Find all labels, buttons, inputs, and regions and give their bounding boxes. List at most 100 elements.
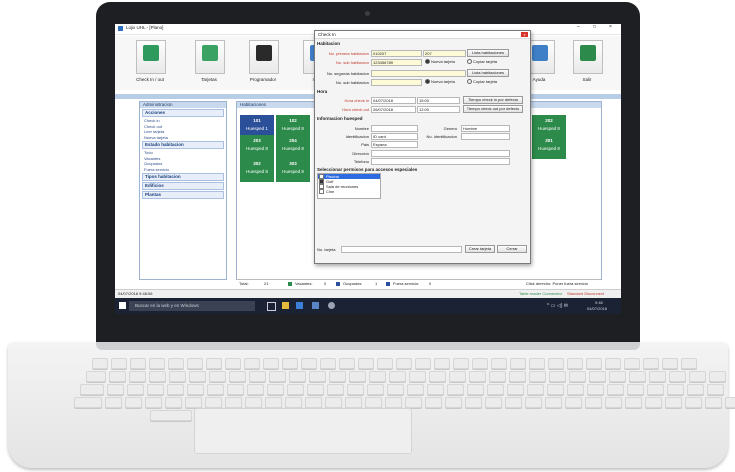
occupied-swatch (336, 282, 340, 286)
vacant-value: 0 (324, 281, 327, 286)
file-explorer-icon[interactable] (282, 302, 289, 309)
tray-icons: ^ ▭ ◁) ✉ (547, 303, 568, 309)
copy-card-radio-2[interactable]: Copiar tarjeta (467, 79, 497, 85)
checkin-dialog: Check In x Habitacion No. primera habita… (314, 30, 531, 264)
room-guest: Huesped 8 (246, 169, 268, 174)
first-room-field[interactable]: 010207 (371, 50, 422, 57)
access-item[interactable]: Cine (318, 189, 380, 195)
nav-group-actions[interactable]: Acciones (142, 109, 224, 117)
card-number-field[interactable] (341, 246, 462, 253)
phone-label: Telefono (353, 159, 369, 164)
room-number: 102 (289, 118, 297, 123)
phone-field[interactable] (371, 158, 510, 165)
total-value: 21 (264, 281, 269, 286)
checkbox[interactable] (319, 189, 324, 195)
settings-icon[interactable] (328, 302, 335, 309)
new-card-radio[interactable]: Nueva tarjeta (425, 59, 455, 65)
checkout-time-label: Hora check out (342, 107, 369, 112)
create-card-button[interactable]: Crear tarjeta (465, 245, 495, 253)
room-guest: Huesped 8 (538, 126, 560, 131)
nav-item-new-card[interactable]: Nueva tarjeta (140, 135, 226, 141)
address-field[interactable] (371, 150, 510, 157)
checkin-date-picker[interactable]: 04/07/2018 (371, 97, 416, 104)
list-rooms-button-2[interactable]: Lista habitaciones (467, 69, 509, 77)
nav-group-buildings[interactable]: Edificios (142, 182, 224, 190)
room-guest: Huesped 8 (538, 146, 560, 151)
encoder-icon (256, 45, 272, 61)
list-rooms-button-1[interactable]: Lista habitaciones (467, 49, 509, 57)
access-list: Piscina Golf Sala de reuniones Cine (317, 173, 381, 199)
admin-panel: Administracion Acciones Check in Check o… (139, 101, 227, 280)
second-room-field[interactable] (371, 70, 466, 77)
room-tile[interactable]: 302 Huesped 8 (240, 158, 274, 182)
id-type-select[interactable]: ID card (371, 133, 418, 140)
tool-label: Tarjetas (201, 77, 217, 82)
dialog-title: Check In (315, 31, 530, 39)
maximize-button[interactable]: □ (593, 24, 596, 30)
copy-card-radio[interactable]: Copiar tarjeta (467, 59, 497, 65)
laptop-hinge (96, 342, 640, 350)
windows-start-icon[interactable] (119, 302, 126, 309)
access-label: Cine (326, 189, 335, 194)
country-select[interactable]: Espana (371, 141, 418, 148)
app-icon (118, 26, 123, 31)
nav-group-room-types[interactable]: Tipos habitacion (142, 173, 224, 181)
room-guest: Huesped 8 (282, 169, 304, 174)
id-number-label: No. identificacion (426, 134, 457, 139)
name-field[interactable] (371, 125, 418, 132)
checkout-date-picker[interactable]: 26/07/2018 (371, 106, 416, 113)
room-number: 203 (253, 138, 261, 143)
first-room-code-field[interactable]: 207 (423, 50, 466, 57)
checkout-default-button[interactable]: Tiempo check out por defecto (463, 105, 523, 113)
dialog-close-button[interactable]: x (521, 32, 528, 37)
programmer-tool-button[interactable] (249, 40, 279, 74)
exit-tool-button[interactable] (573, 40, 603, 74)
oos-label: Fuera servicio: (393, 281, 420, 286)
sub-room2-field[interactable] (371, 79, 422, 86)
name-label: Nombre (354, 126, 369, 131)
nav-group-label: Tipos habitacion (145, 174, 181, 179)
gender-select[interactable]: Hombre (461, 125, 510, 132)
checkout-time-select[interactable]: 12:00 (417, 106, 460, 113)
tool-label: Check In / out (136, 77, 164, 82)
task-view-icon[interactable] (267, 302, 276, 311)
vacant-label: Vacantes: (295, 281, 313, 286)
checkin-default-button[interactable]: Tiempo check in por defecto (463, 96, 523, 104)
id-number-field[interactable] (461, 133, 510, 140)
room-tile[interactable]: 301 Huesped 8 (532, 135, 566, 159)
checkin-out-tool-button[interactable] (136, 40, 166, 74)
nav-group-floors[interactable]: Plantas (142, 191, 224, 199)
nav-group-room-status[interactable]: Estado habitacion (142, 141, 224, 149)
nav-item-out-of-service[interactable]: Fuera servicio (140, 167, 226, 173)
nav-group-label: Plantas (145, 192, 162, 197)
room-guest: Huesped 1 (246, 126, 268, 131)
exit-icon (580, 45, 596, 61)
checkin-time-select[interactable]: 15:00 (417, 97, 460, 104)
nav-group-label: Estado habitacion (145, 142, 184, 147)
new-card-radio-2[interactable]: Nueva tarjeta (425, 79, 455, 85)
oos-value: 0 (429, 281, 432, 286)
app-taskbar-icon[interactable] (312, 302, 319, 309)
sub-room-field[interactable]: 123456789 (371, 59, 422, 66)
card-number-label: No. tarjeta (317, 247, 336, 252)
admin-panel-title: Administracion (140, 102, 226, 108)
taskbar-search[interactable]: Buscar en la web y en Windows (129, 301, 255, 311)
reader-status: Table reader Connected (519, 291, 562, 296)
tool-label: Salir (582, 77, 592, 82)
room-tile[interactable]: 204 Huesped 8 (276, 135, 310, 159)
store-icon[interactable] (296, 302, 303, 309)
room-number: 302 (253, 161, 261, 166)
cards-tool-button[interactable] (195, 40, 225, 74)
second-room-label: No. segunda habitacion (326, 71, 369, 76)
close-dialog-button[interactable]: Cerrar (497, 245, 527, 253)
room-number: 301 (545, 138, 553, 143)
oos-swatch (386, 282, 390, 286)
status-datetime: 04/07/2018 9:48:06 (118, 291, 153, 296)
taskbar: Buscar en la web y en Windows ^ ▭ ◁) ✉ 9… (115, 298, 621, 314)
room-tile[interactable]: 303 Huesped 8 (276, 158, 310, 182)
clock-time: 9:48 (595, 300, 603, 305)
minimize-button[interactable]: – (577, 24, 580, 30)
card-icon (202, 45, 218, 61)
room-tile[interactable]: 203 Huesped 8 (240, 135, 274, 159)
close-window-button[interactable]: × (609, 24, 612, 30)
